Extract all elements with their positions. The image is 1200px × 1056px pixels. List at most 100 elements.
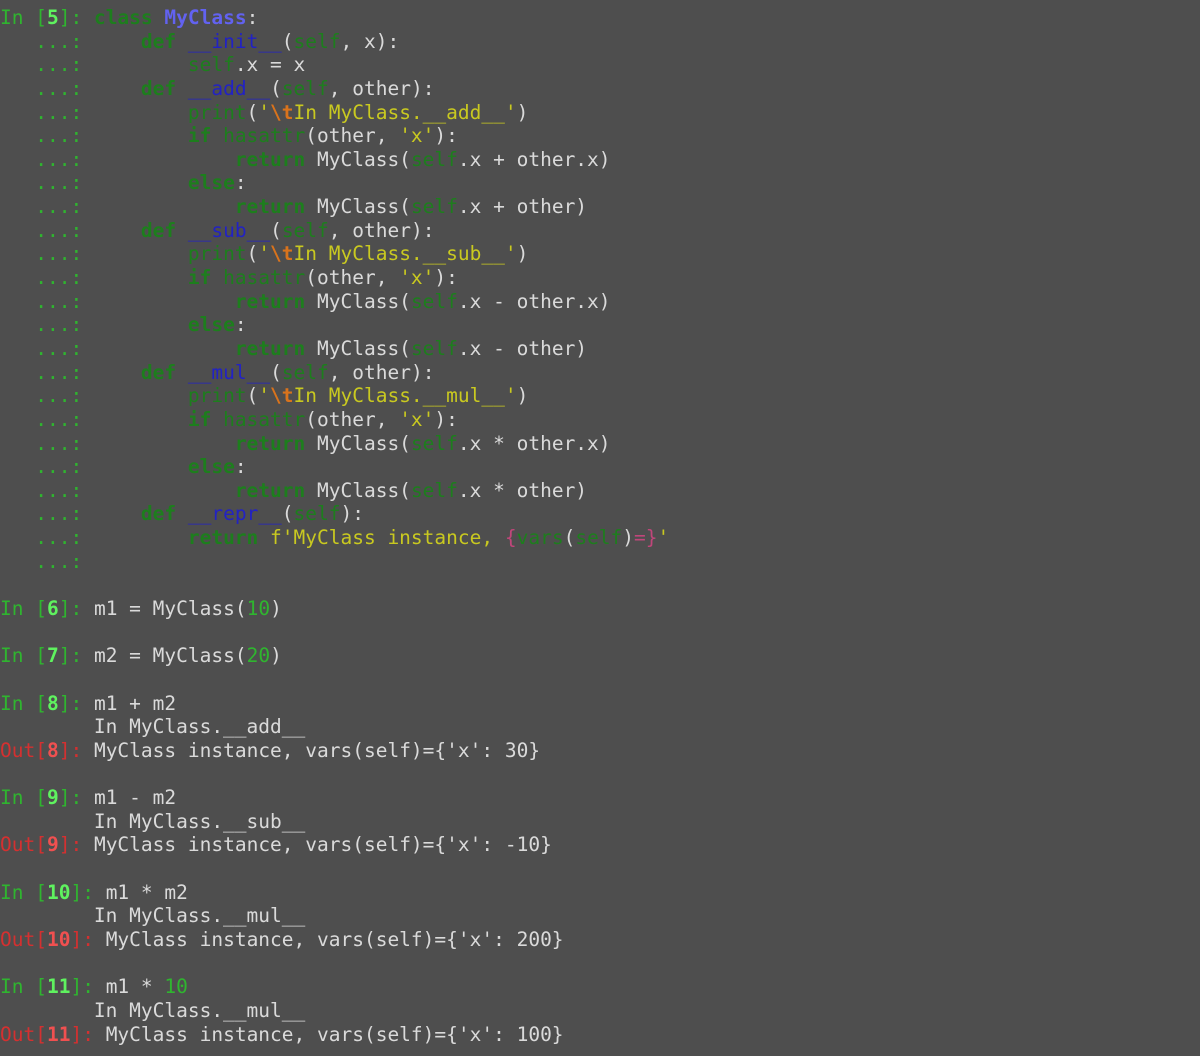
code-text: : (234, 313, 247, 337)
terminal-line: In MyClass.__add__ (0, 715, 1200, 739)
continuation-prompt: ...: (0, 478, 94, 502)
prompt-number: 11 (46, 975, 71, 999)
code-text: m1 * (105, 975, 165, 999)
code-text: In MyClass.__mul__ (0, 904, 306, 928)
code-text: : (234, 171, 247, 195)
code-text: (other, (305, 266, 400, 290)
keyword-token: else (187, 313, 235, 337)
output-prompt-number: 11 (46, 1022, 71, 1046)
self-token: self (410, 478, 458, 502)
code-text: .x + other.x) (457, 147, 611, 171)
terminal-line: Out[11]: MyClass instance, vars(self)={'… (0, 1023, 1200, 1047)
self-token: self (575, 526, 623, 550)
code-text: ) (270, 644, 282, 668)
code-text: ) (516, 100, 529, 124)
continuation-prompt: ...: (0, 526, 94, 550)
terminal-line: ...: return MyClass(self.x + other.x) (0, 148, 1200, 172)
continuation-prompt: ...: (0, 455, 94, 479)
continuation-prompt: ...: (0, 266, 94, 290)
string-token: f'MyClass instance, (270, 526, 505, 550)
code-text: m1 * m2 (105, 880, 188, 904)
code-text: ): (434, 266, 458, 290)
keyword-token: return (234, 195, 306, 219)
terminal-window[interactable]: In [5]: class MyClass: ...: def __init__… (0, 0, 1200, 1056)
terminal-line: In [5]: class MyClass: (0, 6, 1200, 30)
string-token: In MyClass.__add__' (293, 100, 517, 124)
terminal-line: ...: else: (0, 171, 1200, 195)
function-name-token: __add__ (187, 76, 271, 100)
keyword-token: else (187, 171, 235, 195)
input-prompt: ]: (58, 6, 94, 29)
code-text: .x + other) (457, 195, 588, 219)
keyword-token: return (234, 289, 306, 313)
continuation-prompt: ...: (0, 431, 94, 455)
terminal-line: ...: else: (0, 313, 1200, 337)
input-prompt: In [ (0, 644, 47, 668)
keyword-token: if (187, 266, 212, 290)
function-name-token: __init__ (187, 29, 282, 53)
escape-token: \t (270, 100, 294, 124)
code-text: ( (246, 384, 259, 408)
code-text: .x - other.x) (457, 289, 611, 313)
continuation-prompt: ...: (0, 29, 94, 53)
terminal-line: ...: return f'MyClass instance, {vars(se… (0, 526, 1200, 550)
code-text: m1 - m2 (93, 786, 177, 810)
string-token: ' (258, 242, 271, 266)
string-token: ' (657, 526, 670, 550)
self-token: self (281, 360, 329, 384)
code-text: .x - other) (457, 336, 588, 360)
function-name-token: __sub__ (187, 218, 271, 242)
code-text: MyClass( (305, 289, 411, 313)
code-text: ( (246, 242, 259, 266)
terminal-line: In [8]: m1 + m2 (0, 692, 1200, 716)
continuation-prompt: ...: (0, 76, 94, 100)
keyword-token: if (187, 407, 212, 431)
code-text: (other, (305, 124, 400, 148)
terminal-line: In [7]: m2 = MyClass(20) (0, 644, 1200, 668)
prompt-number: 9 (46, 786, 59, 810)
keyword-token: return (234, 147, 306, 171)
self-token: self (410, 336, 458, 360)
continuation-prompt: ...: (0, 336, 94, 360)
input-prompt: ]: (58, 691, 94, 715)
builtin-token: hasattr (223, 266, 306, 290)
prompt-number: 7 (46, 644, 59, 668)
function-name-token: __mul__ (187, 360, 271, 384)
input-prompt: In [ (0, 786, 47, 810)
code-text: ): (340, 502, 364, 526)
output-prompt: Out[ (0, 1022, 47, 1046)
terminal-line: Out[10]: MyClass instance, vars(self)={'… (0, 928, 1200, 952)
continuation-prompt: ...: (0, 407, 94, 431)
output-prompt: ]: (70, 1022, 106, 1046)
builtin-token: print (187, 242, 247, 266)
terminal-line: ...: def __init__(self, x): (0, 30, 1200, 54)
output-prompt: ]: (58, 738, 94, 762)
terminal-line: ...: def __add__(self, other): (0, 77, 1200, 101)
terminal-line: ...: else: (0, 455, 1200, 479)
continuation-prompt: ...: (0, 124, 94, 148)
terminal-line: In MyClass.__mul__ (0, 904, 1200, 928)
continuation-prompt: ...: (0, 289, 94, 313)
builtin-token: hasattr (223, 124, 306, 148)
builtin-token: print (187, 100, 247, 124)
string-token: 'x' (399, 266, 435, 290)
code-text: ( (281, 29, 294, 53)
code-text: : (246, 6, 259, 29)
continuation-prompt: ...: (0, 360, 94, 384)
code-text: ( (563, 526, 576, 550)
code-text: ) (270, 597, 282, 621)
keyword-token: else (187, 455, 235, 479)
